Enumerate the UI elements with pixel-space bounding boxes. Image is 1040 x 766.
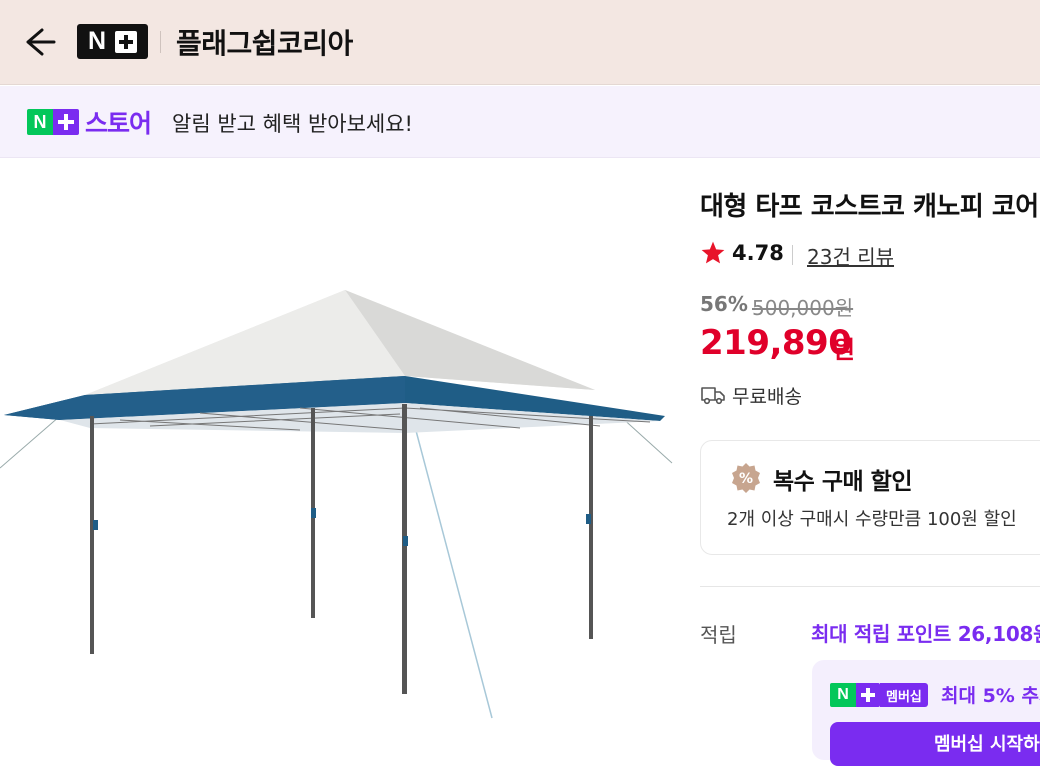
product-title: 대형 타프 코스트코 캐노피 코어 <box>700 192 1039 222</box>
multi-purchase-discount-card[interactable] <box>700 440 1040 555</box>
logo-n: N <box>27 109 53 135</box>
product-image[interactable] <box>0 158 680 750</box>
sale-price: 219,890 <box>700 323 852 363</box>
plus-icon <box>856 683 880 707</box>
naver-plus-logo[interactable]: N <box>77 24 148 59</box>
banner-text[interactable]: 알림 받고 혜택 받아보세요! <box>172 108 413 138</box>
percent-badge-icon: % <box>732 463 760 493</box>
rating-score: 4.78 <box>732 241 784 265</box>
rating-divider <box>792 245 793 265</box>
svg-text:%: % <box>739 471 753 487</box>
notification-banner[interactable] <box>0 86 1040 158</box>
star-icon <box>701 241 725 264</box>
reward-label: 적립 <box>700 623 737 647</box>
promo-description: 2개 이상 구매시 수량만큼 100원 할인 <box>727 509 1017 530</box>
original-price: 500,000원 <box>752 296 854 320</box>
price-unit: 원 <box>833 336 856 364</box>
membership-extra-rate: 최대 5% 추가 <box>941 685 1040 707</box>
section-divider <box>700 586 1040 587</box>
logo-store-word: 스토어 <box>85 109 152 138</box>
discount-rate: 56% <box>700 292 748 316</box>
naver-plus-membership-badge: N 멤버십 <box>830 682 928 708</box>
store-name[interactable]: 플래그쉽코리아 <box>176 22 353 62</box>
arrow-left-icon[interactable] <box>20 24 58 60</box>
logo-n: N <box>830 683 856 707</box>
logo-n: N <box>87 27 107 55</box>
membership-label: 멤버십 <box>880 683 928 707</box>
reward-points[interactable]: 최대 적립 포인트 26,108원 <box>811 618 1040 647</box>
naver-plus-store-logo: N 스토어 <box>27 108 152 138</box>
plus-icon <box>53 109 79 135</box>
shipping-info: 무료배송 <box>732 386 802 408</box>
header-divider <box>160 31 161 53</box>
top-header <box>0 0 1040 85</box>
plus-icon <box>115 30 138 53</box>
truck-icon <box>701 387 725 405</box>
promo-title: 복수 구매 할인 <box>773 469 912 495</box>
start-membership-button[interactable]: 멤버십 시작하기 <box>830 722 1040 766</box>
review-count-link[interactable]: 23건 리뷰 <box>807 241 894 270</box>
